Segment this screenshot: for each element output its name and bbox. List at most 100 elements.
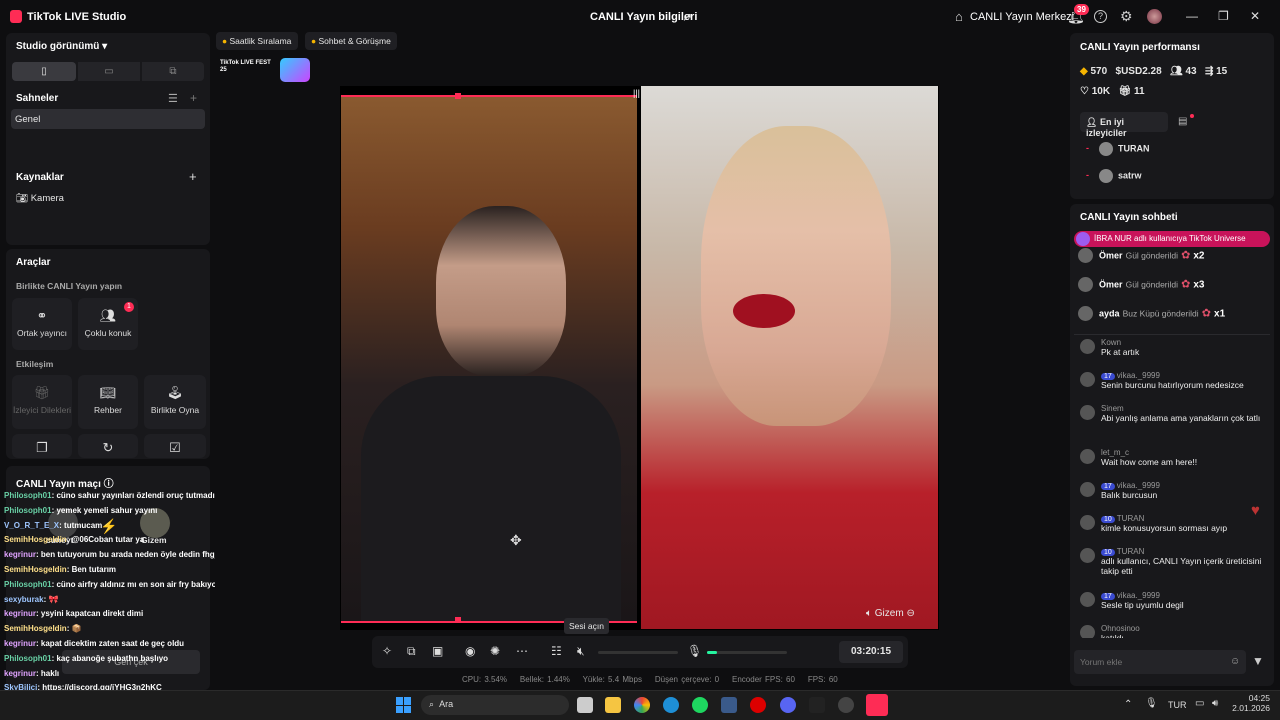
- app-icon[interactable]: [838, 697, 854, 713]
- fire-icon: ●: [222, 36, 228, 46]
- chat-message-item[interactable]: Kown Pk at artık: [1080, 338, 1266, 357]
- overlay-chat-line: kegrinur: haklı: [4, 669, 59, 678]
- discord-icon[interactable]: [780, 697, 796, 713]
- file-explorer-icon[interactable]: [605, 697, 621, 713]
- resize-handle-top[interactable]: [455, 93, 461, 99]
- microphone-icon[interactable]: 🎙︎: [687, 644, 702, 658]
- chat-message-item[interactable]: Sinem Abi yanlış anlama ama yanakların ço…: [1080, 404, 1266, 423]
- top-viewers-tab[interactable]: 👤︎ En iyi izleyiciler: [1080, 112, 1168, 138]
- effects-icon[interactable]: ✺: [490, 644, 500, 658]
- comment-input[interactable]: [1074, 650, 1224, 674]
- chat-message: : ben tutuyorum bu arada neden öyle dedi…: [36, 550, 215, 560]
- guest-name: Gizem: [874, 608, 904, 619]
- live-center-link[interactable]: CANLI Yayın Merkezi: [970, 11, 1074, 23]
- hourly-ranking-tab[interactable]: ● Saatlik Sıralama: [216, 32, 298, 50]
- home-icon[interactable]: ⌂: [955, 9, 963, 24]
- mute-icon[interactable]: 🔇︎: [577, 644, 585, 659]
- list-icon[interactable]: ☰: [168, 92, 178, 105]
- share-icon[interactable]: ↗: [682, 10, 692, 24]
- overlay-chat-line: sexyburak: 🎀: [4, 595, 58, 604]
- taskbar-search[interactable]: ⌕ Ara: [421, 695, 569, 715]
- minimize-icon[interactable]: —: [1186, 9, 1198, 23]
- play-together-button[interactable]: 🕹︎ Birlikte Oyna: [144, 375, 206, 429]
- chevron-up-icon[interactable]: ⌃: [1124, 699, 1132, 710]
- close-icon[interactable]: ✕: [1250, 9, 1260, 23]
- overlay-chat: Philosoph01: cüno sahur yayınları özlend…: [0, 486, 215, 691]
- scene-item-genel[interactable]: Genel: [11, 109, 205, 129]
- layout-icon[interactable]: ▣: [432, 644, 443, 658]
- windows-start-icon[interactable]: [396, 697, 412, 713]
- studio-view-dropdown[interactable]: Studio görünümü ▾: [16, 41, 107, 52]
- chat-name-row: Sinem: [1101, 404, 1266, 413]
- magic-wand-icon[interactable]: ✧: [382, 644, 392, 658]
- tool-row3-c[interactable]: ☑: [144, 434, 206, 458]
- spotify-icon[interactable]: [692, 697, 708, 713]
- mic-tray-icon[interactable]: 🎙︎: [1145, 698, 1158, 709]
- chat-meet-tab[interactable]: ● Sohbet & Görüşme: [305, 32, 397, 50]
- network-icon[interactable]: ▭: [1195, 698, 1204, 709]
- search-label: Ara: [439, 699, 454, 709]
- add-source-icon[interactable]: +: [189, 169, 197, 184]
- audio-levels-icon[interactable]: |||: [633, 88, 647, 102]
- restore-icon[interactable]: ❐: [1218, 9, 1229, 23]
- edge-icon[interactable]: [663, 697, 679, 713]
- mic-volume-slider[interactable]: [707, 651, 787, 654]
- volume-icon[interactable]: 🔊︎: [1212, 698, 1218, 709]
- record-icon[interactable]: ◉: [465, 644, 475, 658]
- chat-name-row: 17 vikaa._9999: [1101, 371, 1266, 380]
- gift-user: Ömer: [1099, 279, 1123, 290]
- banner-avatar: [1076, 232, 1090, 246]
- chrome-icon[interactable]: [634, 697, 650, 713]
- chat-message-item[interactable]: 10 TURAN kimle konusuyorsun sorması ayıp: [1080, 514, 1266, 533]
- clock[interactable]: 04:25 2.01.2026: [1230, 693, 1270, 713]
- cohost-button[interactable]: ⚭ Ortak yayıncı: [12, 298, 72, 350]
- top-viewer-row[interactable]: - satrw: [1086, 169, 1142, 183]
- tool-row3-a[interactable]: ❐: [12, 434, 72, 458]
- resize-handle-bottom[interactable]: [455, 617, 461, 623]
- guest-label[interactable]: 🔈︎ Gizem ⊖: [866, 608, 915, 619]
- heart-reaction-icon[interactable]: ♥: [1251, 502, 1260, 519]
- opera-icon[interactable]: [750, 697, 766, 713]
- viewer-wishes-button[interactable]: 🎁︎ İzleyici Dilekleri: [12, 375, 72, 429]
- chat-message-item[interactable]: Ohnosinoo katıldı: [1080, 624, 1266, 638]
- source-item-camera[interactable]: 📷︎ Kamera: [16, 193, 64, 204]
- level-badge: 10: [1101, 549, 1115, 556]
- universe-banner[interactable]: İBRA NUR adlı kullanıcıya TikTok Univers…: [1074, 231, 1270, 247]
- landscape-view-button[interactable]: ▭: [78, 62, 140, 81]
- gear-icon[interactable]: ⚙: [1120, 8, 1133, 25]
- steam-icon[interactable]: [721, 697, 737, 713]
- perf-title: CANLI Yayın performansı: [1080, 42, 1200, 53]
- portrait-view-button[interactable]: ▯: [12, 62, 76, 81]
- top-viewer-row[interactable]: - TURAN: [1086, 142, 1150, 156]
- obs-icon[interactable]: [809, 697, 825, 713]
- chat-message: : 🎀: [43, 594, 59, 604]
- dual-view-button[interactable]: ⧉: [142, 62, 204, 81]
- screen-add-icon[interactable]: ⧉: [407, 644, 416, 659]
- chat-body: 17 vikaa._9999 Senin burcunu hatırlıyorum …: [1101, 371, 1266, 390]
- speaker-volume-slider[interactable]: [598, 651, 678, 654]
- tool-row3-b[interactable]: ↻: [78, 434, 138, 458]
- chat-message-item[interactable]: let_m_c Wait how come am here!!: [1080, 448, 1266, 467]
- chat-message-item[interactable]: 17 vikaa._9999 Balık burcusun: [1080, 481, 1266, 500]
- gift-user: ayda: [1099, 308, 1120, 319]
- move-icon[interactable]: ✥: [510, 532, 522, 549]
- guide-button[interactable]: 📖︎ Rehber: [78, 375, 138, 429]
- tiktok-studio-taskbar-icon[interactable]: [866, 694, 888, 716]
- language-indicator[interactable]: TUR: [1168, 700, 1187, 710]
- overlay-chat-line: kegrinur: ben tutuyorum bu arada neden ö…: [4, 550, 215, 559]
- chat-message-item[interactable]: 10 TURAN adlı kullanıcı, CANLI Yayın içeri…: [1080, 547, 1266, 576]
- chat-message-item[interactable]: 17 vikaa._9999 Sesle tip uyumlu degil: [1080, 591, 1266, 610]
- task-view-icon[interactable]: [577, 697, 593, 713]
- chat-message-item[interactable]: 17 vikaa._9999 Senin burcunu hatırlıyorum …: [1080, 371, 1266, 390]
- more-icon[interactable]: ⋯: [516, 644, 528, 658]
- avatar[interactable]: [1147, 9, 1162, 24]
- help-icon[interactable]: ?: [1094, 10, 1107, 23]
- chat-username: SemihHosgeldin: [4, 535, 67, 545]
- emoji-icon[interactable]: ☺: [1230, 656, 1240, 667]
- speaker-icon: 🔈︎: [866, 608, 872, 619]
- filter-icon[interactable]: ▼: [1252, 654, 1264, 668]
- add-scene-icon[interactable]: +: [190, 91, 197, 105]
- sliders-icon[interactable]: ☷: [551, 644, 562, 658]
- gift-list-icon[interactable]: ▤: [1178, 116, 1187, 127]
- overlay-chat-line: kegrinur: kapat dicektim zaten saat de g…: [4, 639, 184, 648]
